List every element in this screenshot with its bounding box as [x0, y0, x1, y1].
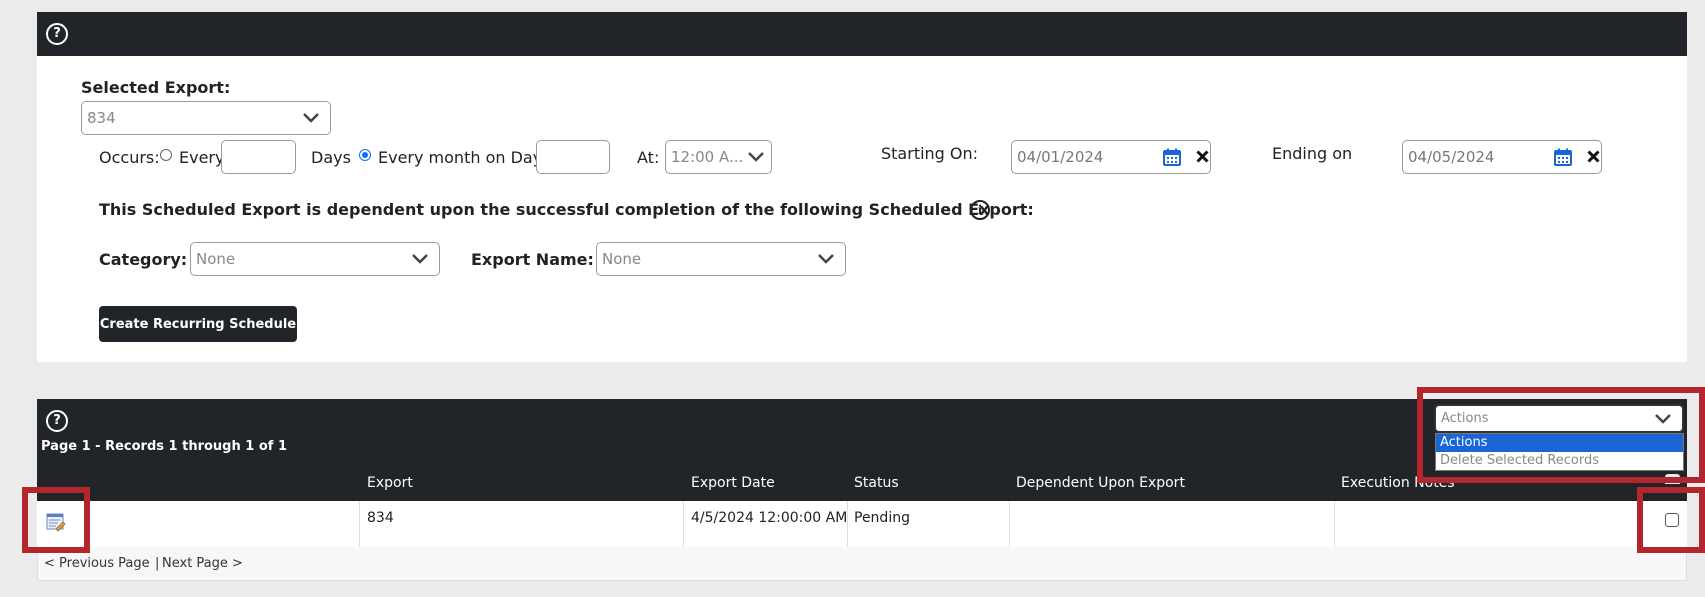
cell-export-date: 4/5/2024 12:00:00 AM: [691, 510, 848, 526]
chevron-down-icon: [748, 152, 764, 162]
calendar-icon[interactable]: [1163, 148, 1181, 166]
export-name-select[interactable]: None: [596, 242, 846, 276]
every-days-input[interactable]: [221, 140, 296, 174]
monthly-label: Every month on Day: [378, 148, 543, 167]
export-name-value: None: [602, 250, 642, 268]
pager-separator: |: [155, 556, 160, 571]
ending-on-label: Ending on: [1272, 144, 1353, 163]
column-header-export-date[interactable]: Export Date: [691, 475, 775, 491]
schedule-header-bar: [37, 12, 1687, 56]
highlight-box-edit: [22, 487, 90, 553]
selected-export-label: Selected Export:: [81, 78, 231, 97]
chevron-down-icon: [303, 113, 319, 123]
occurs-label: Occurs:: [99, 148, 160, 167]
cell-status: Pending: [854, 510, 910, 526]
clear-date-icon[interactable]: [1587, 150, 1600, 163]
help-icon[interactable]: ?: [46, 23, 68, 45]
at-time-select[interactable]: 12:00 A...: [665, 140, 772, 174]
days-label: Days: [311, 148, 351, 167]
selected-export-value: 834: [87, 109, 116, 127]
category-select[interactable]: None: [190, 242, 440, 276]
starting-on-value: 04/01/2024: [1017, 148, 1104, 166]
previous-page-link[interactable]: < Previous Page: [44, 556, 150, 571]
category-label: Category:: [99, 250, 188, 269]
column-header-status[interactable]: Status: [854, 475, 899, 491]
at-label: At:: [637, 148, 660, 167]
clear-date-icon[interactable]: [1196, 150, 1209, 163]
every-days-radio[interactable]: [160, 149, 172, 161]
starting-on-date[interactable]: 04/01/2024: [1011, 140, 1211, 174]
column-header-export[interactable]: Export: [367, 475, 413, 491]
category-value: None: [196, 250, 236, 268]
starting-on-label: Starting On:: [881, 144, 979, 163]
chevron-down-icon: [412, 254, 428, 264]
pager: [37, 547, 1687, 581]
help-icon[interactable]: ?: [46, 410, 68, 432]
monthly-radio[interactable]: [359, 149, 371, 161]
selected-export-select[interactable]: 834: [81, 101, 331, 135]
every-label: Every: [179, 148, 225, 167]
highlight-box-checkbox: [1637, 487, 1705, 553]
chevron-down-icon: [818, 254, 834, 264]
ending-on-value: 04/05/2024: [1408, 148, 1495, 166]
calendar-icon[interactable]: [1554, 148, 1572, 166]
dependency-text: This Scheduled Export is dependent upon …: [99, 200, 1034, 219]
paging-text: Page 1 - Records 1 through 1 of 1: [41, 439, 287, 454]
at-time-value: 12:00 A...: [671, 148, 744, 166]
highlight-box-actions: [1417, 387, 1705, 483]
info-icon[interactable]: i: [970, 200, 990, 220]
next-page-link[interactable]: Next Page >: [162, 556, 243, 571]
column-header-dependent-upon-export[interactable]: Dependent Upon Export: [1016, 475, 1185, 491]
create-recurring-schedule-button[interactable]: Create Recurring Schedule: [99, 306, 297, 342]
cell-export: 834: [367, 510, 394, 526]
ending-on-date[interactable]: 04/05/2024: [1402, 140, 1602, 174]
month-day-input[interactable]: [536, 140, 610, 174]
export-name-label: Export Name:: [471, 250, 594, 269]
